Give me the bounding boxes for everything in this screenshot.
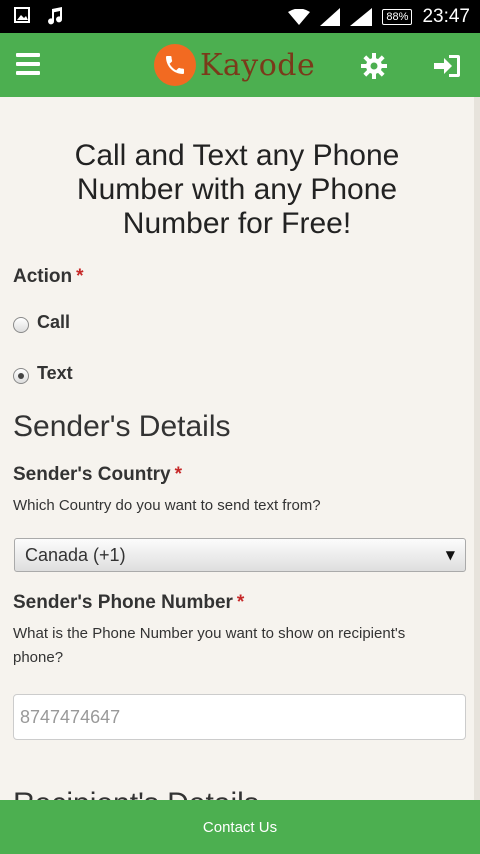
image-icon xyxy=(14,7,30,23)
battery-icon: 88% xyxy=(382,9,413,25)
next-section-title: Recipient's Details xyxy=(13,787,259,800)
required-marker: * xyxy=(236,592,245,613)
status-bar: 88% 23:47 xyxy=(0,0,480,33)
footer: Contact Us xyxy=(0,800,480,854)
phone-label: Sender's Phone Number * xyxy=(13,592,245,613)
phone-hint: What is the Phone Number you want to sho… xyxy=(13,625,406,666)
section-title: Sender's Details xyxy=(13,410,231,443)
main-content[interactable]: Call and Text any Phone Number with any … xyxy=(0,97,474,800)
required-marker: * xyxy=(76,266,84,287)
gear-icon[interactable] xyxy=(360,52,388,80)
app-bar: Kayode xyxy=(0,33,480,97)
logo-text: Kayode xyxy=(200,47,316,83)
logo[interactable]: Kayode xyxy=(154,44,315,86)
signal-icon xyxy=(350,8,373,26)
action-label: Action * xyxy=(13,266,84,287)
hamburger-menu-icon[interactable] xyxy=(16,53,40,75)
page-title: Call and Text any Phone Number with any … xyxy=(74,139,400,240)
music-note-icon xyxy=(48,7,63,25)
sender-phone-input[interactable]: 8747474647 xyxy=(13,694,466,740)
radio-button[interactable] xyxy=(13,317,29,333)
country-label: Sender's Country * xyxy=(13,464,183,485)
wifi-icon xyxy=(288,9,311,25)
input-placeholder: 8747474647 xyxy=(20,706,121,727)
required-marker: * xyxy=(174,464,183,485)
clock: 23:47 xyxy=(422,6,470,27)
radio-call[interactable]: Call xyxy=(13,312,474,333)
country-select[interactable]: Canada (+1) ▼ xyxy=(14,538,466,572)
sign-in-icon[interactable] xyxy=(432,53,462,79)
country-hint: Which Country do you want to send text f… xyxy=(13,497,321,514)
signal-icon xyxy=(320,8,341,26)
radio-text[interactable]: Text xyxy=(13,363,474,384)
contact-us-link[interactable]: Contact Us xyxy=(203,819,277,836)
scrollbar-track[interactable] xyxy=(474,97,480,800)
phone-icon xyxy=(154,44,196,86)
radio-button[interactable] xyxy=(13,368,29,384)
radio-text-label: Text xyxy=(37,363,73,383)
radio-call-label: Call xyxy=(37,312,71,332)
country-select-value: Canada (+1) xyxy=(25,544,126,565)
caret-down-icon: ▼ xyxy=(445,548,455,562)
